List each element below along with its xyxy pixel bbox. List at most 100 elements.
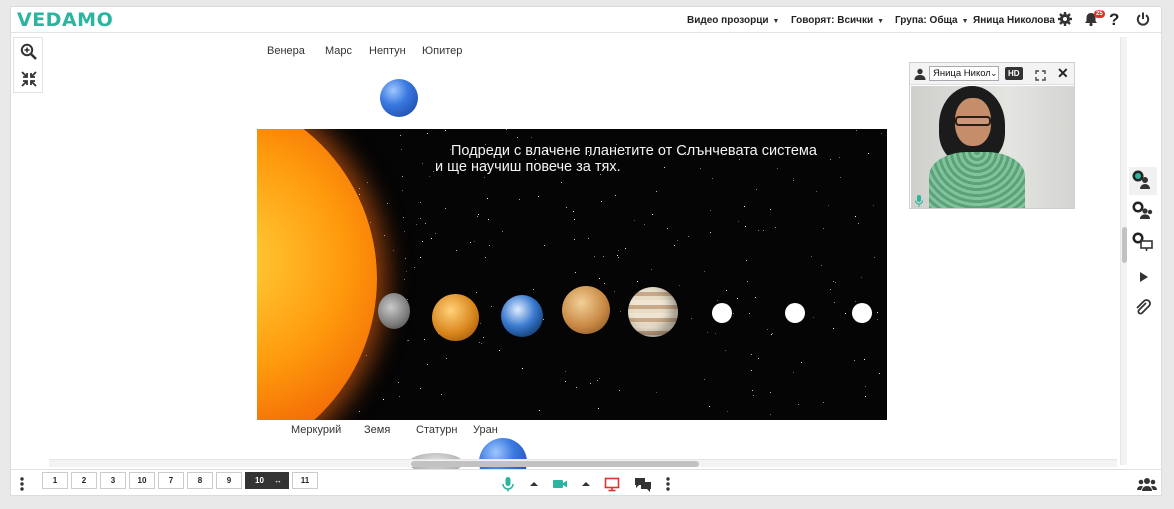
star	[358, 187, 360, 189]
planet-label-saturn[interactable]: Статурн	[416, 424, 457, 436]
vertical-scrollbar[interactable]	[1120, 37, 1127, 465]
group-menu[interactable]: Група: Обща ▼	[895, 15, 969, 26]
empty-slot-2[interactable]	[785, 303, 805, 323]
star	[823, 228, 825, 230]
star	[810, 256, 812, 258]
page-tab[interactable]: 2	[71, 472, 97, 489]
users-icon[interactable]	[1137, 476, 1157, 492]
star	[834, 281, 836, 283]
play-icon[interactable]	[1129, 263, 1157, 291]
screen-share-icon[interactable]	[604, 476, 620, 492]
camera-icon[interactable]	[552, 476, 568, 492]
star	[384, 235, 386, 237]
star	[488, 218, 490, 220]
planet-label-mercury[interactable]: Меркурий	[291, 424, 341, 436]
star	[747, 280, 749, 282]
planet-label-earth[interactable]: Земя	[364, 424, 390, 436]
page-tab[interactable]: 1	[42, 472, 68, 489]
star	[401, 175, 403, 177]
jupiter-slot	[628, 287, 678, 337]
fullscreen-icon[interactable]	[1035, 68, 1046, 81]
star	[617, 249, 619, 251]
star	[487, 198, 489, 200]
star	[656, 392, 658, 394]
star	[712, 177, 714, 179]
star	[574, 239, 576, 241]
star	[483, 337, 484, 339]
chevron-up-icon[interactable]	[526, 476, 542, 492]
microphone-icon[interactable]	[500, 476, 516, 492]
star	[383, 399, 385, 401]
star	[724, 349, 726, 351]
close-icon[interactable]: ✕	[1057, 65, 1069, 82]
planet-label-neptune[interactable]: Нептун	[369, 45, 406, 57]
planet-label-uranus[interactable]: Уран	[473, 424, 498, 436]
page-tab[interactable]: 8	[187, 472, 213, 489]
fit-screen-icon[interactable]	[21, 71, 37, 87]
user-name[interactable]: Яница Николова	[973, 15, 1055, 26]
planet-label-jupiter[interactable]: Юпитер	[422, 45, 462, 57]
star	[793, 371, 795, 373]
star	[618, 390, 620, 392]
paperclip-icon[interactable]	[1129, 294, 1157, 322]
star	[624, 248, 626, 250]
empty-slot-1[interactable]	[712, 303, 732, 323]
star	[757, 230, 759, 232]
star	[501, 230, 503, 232]
horizontal-scroll-thumb[interactable]	[411, 461, 699, 467]
planet-label-venus[interactable]: Венера	[267, 45, 305, 57]
page-tab-active[interactable]: 10 ↔	[245, 472, 289, 489]
star	[874, 257, 876, 259]
group-video-tool[interactable]	[1129, 197, 1157, 225]
more-vertical-icon[interactable]	[19, 476, 25, 492]
power-icon[interactable]	[1135, 11, 1151, 27]
video-user-select[interactable]: Яница Николова	[929, 66, 999, 81]
star	[419, 202, 421, 204]
star	[744, 226, 746, 228]
vertical-scroll-thumb[interactable]	[1122, 227, 1127, 263]
chat-icon[interactable]	[634, 476, 651, 492]
star	[644, 224, 646, 226]
star	[480, 322, 482, 324]
star	[427, 132, 429, 134]
star	[561, 181, 563, 183]
speaking-menu[interactable]: Говорят: Всички ▼	[791, 15, 884, 26]
star	[867, 152, 869, 154]
page-tab[interactable]: 11	[292, 472, 318, 489]
screen-video-tool[interactable]	[1129, 229, 1157, 257]
star	[709, 405, 711, 407]
star	[755, 296, 757, 298]
chevron-up-icon[interactable]	[578, 476, 594, 492]
horizontal-scrollbar[interactable]	[49, 459, 1117, 467]
earth-slot	[501, 295, 543, 337]
neptune-planet-draggable[interactable]	[380, 79, 418, 117]
star	[403, 230, 405, 232]
user-video-tool[interactable]	[1129, 167, 1157, 195]
participant-video	[911, 86, 1074, 208]
star	[597, 407, 599, 409]
vedamo-logo: VEDAMO	[17, 9, 114, 31]
video-windows-menu[interactable]: Видео прозорци ▼	[687, 15, 779, 26]
page-tab[interactable]: 7	[158, 472, 184, 489]
star	[481, 342, 483, 344]
star	[596, 380, 598, 382]
page-tab[interactable]: 9	[216, 472, 242, 489]
star	[587, 237, 589, 239]
empty-slot-3[interactable]	[852, 303, 872, 323]
star	[598, 277, 600, 279]
page-tab[interactable]: 3	[100, 472, 126, 489]
star	[750, 369, 752, 371]
gear-icon[interactable]	[1057, 11, 1073, 27]
page-tab[interactable]: 10	[129, 472, 155, 489]
star	[614, 290, 616, 292]
hd-button[interactable]: HD	[1005, 67, 1023, 80]
star	[832, 327, 834, 329]
star	[762, 230, 764, 232]
zoom-in-icon[interactable]	[20, 43, 38, 61]
star	[744, 205, 746, 207]
planet-label-mars[interactable]: Марс	[325, 45, 352, 57]
more-vertical-icon[interactable]	[665, 476, 671, 492]
star	[673, 244, 675, 246]
help-icon[interactable]: ?	[1109, 10, 1125, 29]
star	[832, 281, 834, 283]
